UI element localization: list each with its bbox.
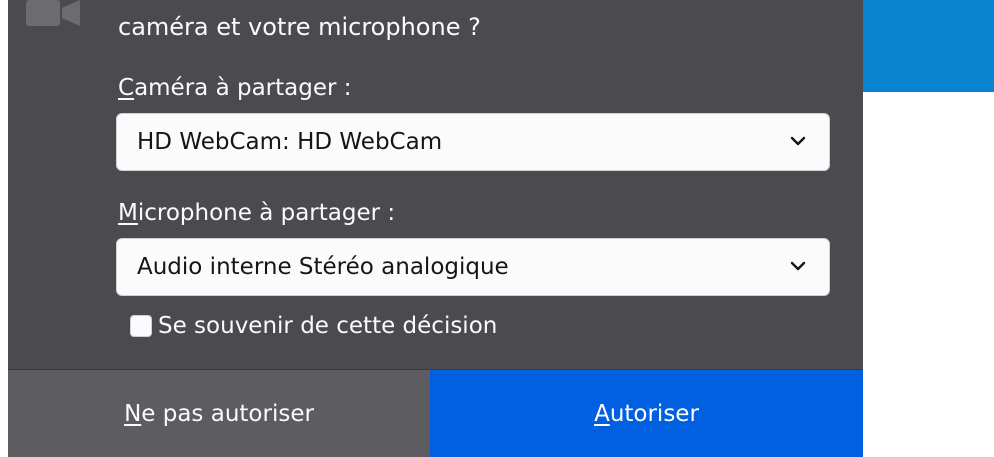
microphone-label-accesskey: M (118, 200, 138, 226)
deny-accesskey: N (124, 400, 142, 427)
allow-label: utoriser (609, 400, 699, 427)
camera-select-label: Caméra à partager : (118, 73, 352, 103)
deny-button[interactable]: Ne pas autoriser (8, 370, 430, 457)
page-header-banner (863, 0, 994, 92)
camera-select-value: HD WebCam: HD WebCam (137, 129, 443, 155)
camera-select[interactable]: HD WebCam: HD WebCam (116, 113, 830, 171)
remember-decision-checkbox-row[interactable]: Se souvenir de cette décision (130, 311, 497, 341)
permission-question: caméra et votre microphone ? (118, 13, 481, 41)
chevron-down-icon (790, 261, 806, 271)
microphone-select[interactable]: Audio interne Stéréo analogique (116, 238, 830, 296)
microphone-select-label: Microphone à partager : (118, 198, 395, 228)
chevron-down-icon (790, 136, 806, 146)
remember-decision-label: Se souvenir de cette décision (158, 313, 498, 339)
allow-accesskey: A (594, 400, 610, 427)
camera-label-accesskey: C (118, 75, 135, 101)
camera-label-text: améra à partager : (134, 75, 352, 101)
allow-button[interactable]: Autoriser (430, 370, 863, 457)
camera-icon (26, 0, 80, 26)
remember-decision-checkbox[interactable] (130, 315, 152, 337)
microphone-label-text: icrophone à partager : (137, 200, 396, 226)
deny-label: e pas autoriser (141, 400, 314, 427)
webrtc-permission-panel: caméra et votre microphone ? Caméra à pa… (8, 0, 863, 457)
microphone-select-value: Audio interne Stéréo analogique (137, 254, 509, 280)
